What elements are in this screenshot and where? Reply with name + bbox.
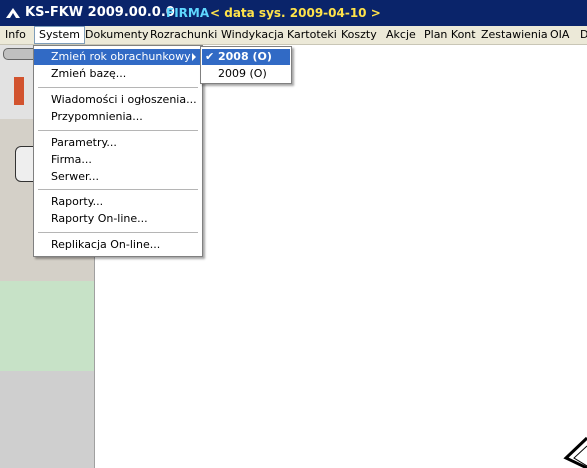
submenu-arrow-icon xyxy=(192,53,196,61)
system-menu: Zmień rok obrachunkowy Zmień bazę... Wia… xyxy=(33,45,203,257)
menu-item-label: Parametry... xyxy=(51,136,117,149)
menu-item-replication-online[interactable]: Replikacja On-line... xyxy=(34,237,202,253)
menu-system[interactable]: System xyxy=(34,26,85,44)
system-date: < data sys. 2009-04-10 > xyxy=(210,6,381,20)
menu-item-label: Wiadomości i ogłoszenia... xyxy=(51,93,197,106)
menu-item-label: Zmień bazę... xyxy=(51,67,127,80)
menu-item-reminders[interactable]: Przypomnienia... xyxy=(34,109,202,125)
menu-oia[interactable]: OIA xyxy=(550,27,569,43)
check-icon: ✔ xyxy=(205,50,215,63)
submenu-item-2008[interactable]: ✔ 2008 (O) xyxy=(202,49,290,65)
submenu-item-2009[interactable]: 2009 (O) xyxy=(202,66,290,82)
menu-item-company[interactable]: Firma... xyxy=(34,152,202,168)
menu-d[interactable]: D xyxy=(580,27,587,43)
menu-item-label: Raporty... xyxy=(51,195,104,208)
left-panel-green-area xyxy=(0,281,94,371)
firma-label: FIRMA xyxy=(166,6,210,20)
menu-bar: Info System Dokumenty Rozrachunki Windyk… xyxy=(0,26,587,45)
menu-item-reports[interactable]: Raporty... xyxy=(34,194,202,210)
menu-item-server[interactable]: Serwer... xyxy=(34,169,202,185)
menu-item-change-database[interactable]: Zmień bazę... xyxy=(34,66,202,82)
menu-item-label: Serwer... xyxy=(51,170,100,183)
menu-separator xyxy=(38,87,198,88)
menu-item-label: Zmień rok obrachunkowy xyxy=(51,50,191,63)
menu-dokumenty[interactable]: Dokumenty xyxy=(85,27,148,43)
menu-windykacja[interactable]: Windykacja xyxy=(221,27,284,43)
menu-info[interactable]: Info xyxy=(5,27,26,43)
menu-item-messages[interactable]: Wiadomości i ogłoszenia... xyxy=(34,92,202,108)
menu-item-label: Przypomnienia... xyxy=(51,110,143,123)
menu-separator xyxy=(38,232,198,233)
menu-item-change-year[interactable]: Zmień rok obrachunkowy xyxy=(34,49,202,65)
menu-kartoteki[interactable]: Kartoteki xyxy=(287,27,337,43)
submenu-item-label: 2008 (O) xyxy=(218,50,272,63)
menu-plan-kont[interactable]: Plan Kont xyxy=(424,27,476,43)
menu-koszty[interactable]: Koszty xyxy=(341,27,377,43)
menu-separator xyxy=(38,189,198,190)
red-marker xyxy=(14,77,24,105)
menu-item-label: Firma... xyxy=(51,153,92,166)
menu-zestawienia[interactable]: Zestawienia xyxy=(481,27,548,43)
menu-akcje[interactable]: Akcje xyxy=(386,27,416,43)
year-submenu: ✔ 2008 (O) 2009 (O) xyxy=(200,46,292,84)
menu-separator xyxy=(38,130,198,131)
menu-item-label: Replikacja On-line... xyxy=(51,238,161,251)
app-logo-icon xyxy=(6,8,20,18)
corner-arrow-icon xyxy=(563,436,587,468)
submenu-item-label: 2009 (O) xyxy=(218,67,267,80)
menu-item-parameters[interactable]: Parametry... xyxy=(34,135,202,151)
menu-item-label: Raporty On-line... xyxy=(51,212,148,225)
title-bar: KS-FKW 2009.00.0.0 FIRMA < data sys. 200… xyxy=(0,0,587,26)
left-panel-gray-area xyxy=(0,371,94,468)
menu-rozrachunki[interactable]: Rozrachunki xyxy=(150,27,217,43)
app-title: KS-FKW 2009.00.0.0 xyxy=(25,5,175,20)
menu-item-reports-online[interactable]: Raporty On-line... xyxy=(34,211,202,227)
